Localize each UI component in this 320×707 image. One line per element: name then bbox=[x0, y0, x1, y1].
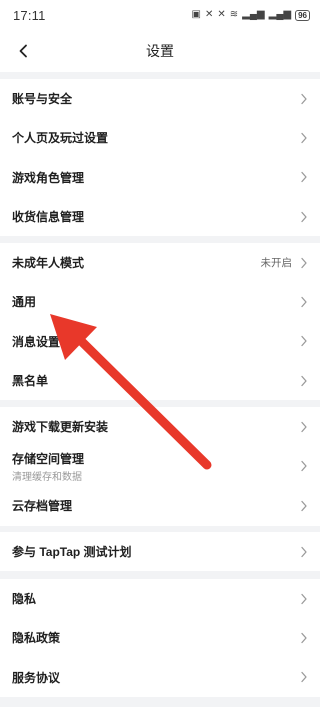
settings-group-test-plan: 参与 TapTap 测试计划 bbox=[0, 532, 320, 572]
top-bar: 设置 bbox=[0, 30, 320, 72]
row-label: 参与 TapTap 测试计划 bbox=[12, 545, 132, 560]
row-label: 隐私 bbox=[12, 592, 37, 607]
battery-level: 96 bbox=[298, 10, 307, 20]
settings-row-taptap-test[interactable]: 参与 TapTap 测试计划 bbox=[0, 532, 320, 571]
chevron-right-icon bbox=[301, 93, 307, 104]
wifi-icon: ≋ bbox=[229, 9, 239, 20]
row-label: 云存档管理 bbox=[12, 499, 73, 514]
row-label: 消息设置 bbox=[12, 334, 61, 349]
row-label: 游戏下载更新安装 bbox=[12, 420, 109, 435]
chevron-right-icon bbox=[301, 375, 307, 386]
status-time: 17:11 bbox=[13, 7, 46, 23]
row-label: 黑名单 bbox=[12, 374, 49, 389]
system-icons: ▣ ✕ ✕ ≋ ▂▄▆ ▂▄▆ 96 bbox=[191, 9, 310, 21]
row-label: 未成年人模式 bbox=[12, 256, 85, 271]
settings-row-general[interactable]: 通用 bbox=[0, 282, 320, 321]
battery-icon: 96 bbox=[295, 9, 310, 21]
settings-row-terms[interactable]: 服务协议 bbox=[0, 658, 320, 697]
signal-icon: ▂▄▆ bbox=[268, 9, 292, 20]
chevron-right-icon bbox=[301, 296, 307, 308]
chevron-right-icon bbox=[301, 172, 307, 183]
row-label: 存储空间管理 bbox=[12, 451, 85, 466]
silent-icon: ✕ bbox=[217, 9, 226, 20]
chevron-right-icon bbox=[301, 211, 307, 222]
chevron-right-icon bbox=[301, 632, 307, 644]
settings-row-download-install[interactable]: 游戏下载更新安装 bbox=[0, 407, 320, 446]
chevron-right-icon bbox=[301, 132, 307, 144]
settings-row-storage[interactable]: 存储空间管理 清理缓存和数据 bbox=[0, 446, 320, 486]
status-bar: 17:11 ▣ ✕ ✕ ≋ ▂▄▆ ▂▄▆ 96 bbox=[0, 0, 320, 30]
settings-row-profile[interactable]: 个人页及玩过设置 bbox=[0, 118, 320, 157]
settings-row-cloud-save[interactable]: 云存档管理 bbox=[0, 486, 320, 525]
chevron-right-icon bbox=[301, 336, 307, 347]
settings-row-notifications[interactable]: 消息设置 bbox=[0, 322, 320, 361]
chevron-right-icon bbox=[301, 546, 307, 557]
nfc-icon: ▣ bbox=[191, 9, 201, 20]
chevron-right-icon bbox=[301, 593, 307, 604]
chevron-right-icon bbox=[301, 421, 307, 432]
row-label: 服务协议 bbox=[12, 670, 61, 685]
row-label: 账号与安全 bbox=[12, 92, 73, 107]
settings-row-privacy[interactable]: 隐私 bbox=[0, 579, 320, 618]
row-label: 隐私政策 bbox=[12, 631, 61, 646]
row-label: 收货信息管理 bbox=[12, 210, 85, 225]
settings-group-general: 未成年人模式 未开启 通用 消息设置 黑名单 bbox=[0, 243, 320, 401]
back-button[interactable] bbox=[12, 39, 36, 63]
settings-group-storage: 游戏下载更新安装 存储空间管理 清理缓存和数据 云存档管理 bbox=[0, 407, 320, 526]
status-text: 未开启 bbox=[260, 257, 293, 270]
row-right: 未开启 bbox=[261, 255, 309, 270]
settings-group-account: 账号与安全 个人页及玩过设置 游戏角色管理 收货信息管理 bbox=[0, 79, 320, 237]
row-sublabel: 清理缓存和数据 bbox=[12, 471, 82, 483]
page-title: 设置 bbox=[146, 43, 174, 59]
settings-row-privacy-policy[interactable]: 隐私政策 bbox=[0, 618, 320, 657]
chevron-right-icon bbox=[301, 672, 307, 683]
mute-icon: ✕ bbox=[204, 9, 214, 20]
settings-row-blacklist[interactable]: 黑名单 bbox=[0, 361, 320, 400]
settings-group-privacy: 隐私 隐私政策 服务协议 bbox=[0, 579, 320, 697]
signal-icon: ▂▄▆ bbox=[242, 9, 265, 20]
chevron-left-icon bbox=[19, 44, 27, 58]
row-label: 个人页及玩过设置 bbox=[12, 131, 109, 146]
row-label: 通用 bbox=[12, 295, 37, 310]
chevron-right-icon bbox=[301, 461, 307, 472]
chevron-right-icon bbox=[301, 500, 307, 512]
settings-row-minor-mode[interactable]: 未成年人模式 未开启 bbox=[0, 243, 320, 282]
settings-row-game-roles[interactable]: 游戏角色管理 bbox=[0, 158, 320, 197]
row-label: 游戏角色管理 bbox=[12, 170, 85, 185]
settings-row-shipping-info[interactable]: 收货信息管理 bbox=[0, 197, 320, 236]
settings-row-account-security[interactable]: 账号与安全 bbox=[0, 79, 320, 118]
chevron-right-icon bbox=[301, 257, 307, 268]
row-text: 存储空间管理 清理缓存和数据 bbox=[12, 450, 84, 483]
